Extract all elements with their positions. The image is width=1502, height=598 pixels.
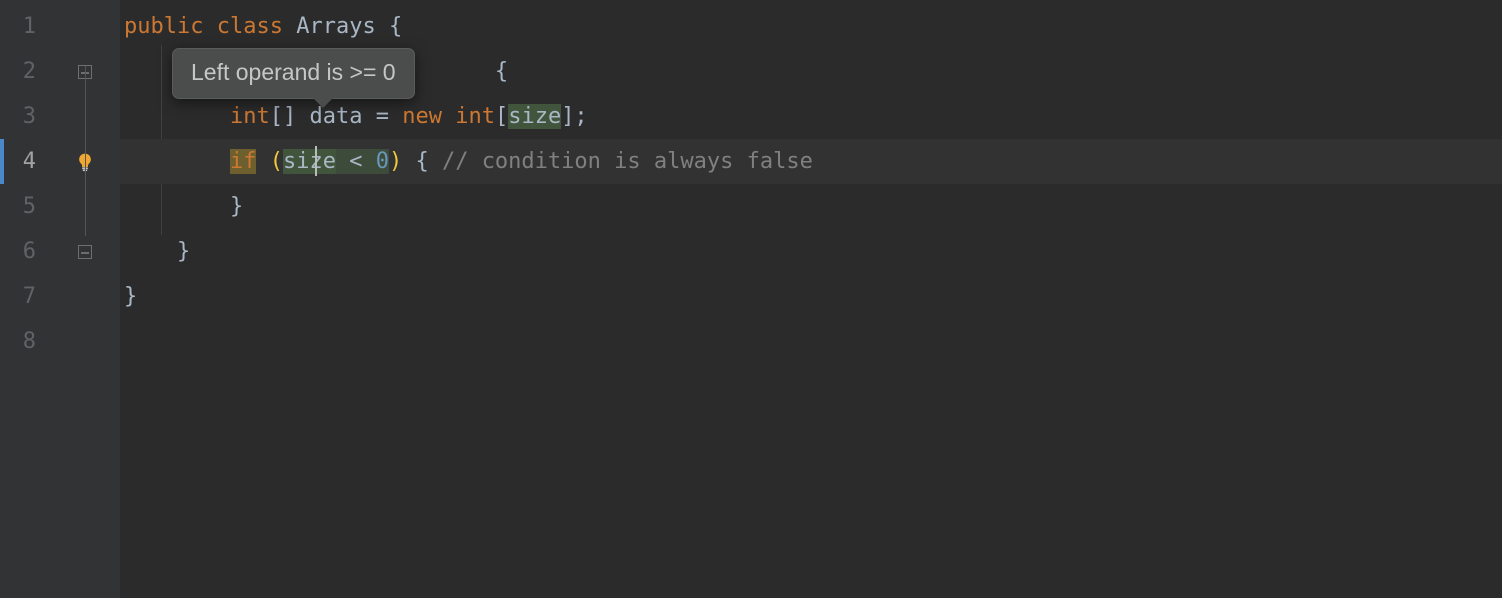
- code-line[interactable]: }: [120, 274, 1502, 319]
- comment: // condition is always false: [442, 149, 813, 174]
- brace: {: [389, 14, 402, 39]
- code-line[interactable]: if (size < 0) { // condition is always f…: [120, 139, 1502, 184]
- line-number: 2: [0, 49, 50, 94]
- line-number: 8: [0, 319, 50, 364]
- line-number: 5: [0, 184, 50, 229]
- code-editor[interactable]: 1 2 3 4 5 6 7 8: [0, 0, 1502, 598]
- code-line[interactable]: }: [120, 229, 1502, 274]
- brace: }: [230, 194, 243, 219]
- line-number-gutter: 1 2 3 4 5 6 7 8: [0, 0, 50, 598]
- code-line[interactable]: public class Arrays {: [120, 4, 1502, 49]
- keyword: class: [217, 14, 283, 39]
- line-number: 6: [0, 229, 50, 274]
- line-number: 4: [0, 139, 50, 184]
- tooltip-text: Left operand is >= 0: [191, 59, 396, 85]
- paren: (: [270, 149, 283, 174]
- brace: }: [124, 284, 137, 309]
- identifier: size: [508, 104, 561, 129]
- inspection-tooltip: Left operand is >= 0: [172, 48, 415, 99]
- class-name: Arrays: [296, 14, 375, 39]
- paren: ): [389, 149, 402, 174]
- line-number: 3: [0, 94, 50, 139]
- brace: {: [495, 59, 508, 84]
- keyword: if: [230, 149, 257, 174]
- code-line[interactable]: [120, 319, 1502, 364]
- line-number: 7: [0, 274, 50, 319]
- keyword: public: [124, 14, 203, 39]
- line-number: 1: [0, 4, 50, 49]
- code-line[interactable]: }: [120, 184, 1502, 229]
- text-caret: [315, 146, 317, 176]
- fold-guide: [85, 66, 86, 236]
- caret-line-marker: [0, 139, 4, 184]
- brace: }: [177, 239, 190, 264]
- gutter-icons: [50, 0, 120, 598]
- type: int: [230, 104, 270, 129]
- code-text-area[interactable]: Left operand is >= 0 public class Arrays…: [120, 0, 1502, 598]
